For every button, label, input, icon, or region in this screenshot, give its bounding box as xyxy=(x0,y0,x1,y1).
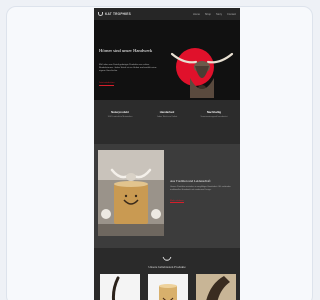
features-section: Naturprodukt 100% natürliche Materialien… xyxy=(94,100,240,144)
brand-name: KAT TROPHIES xyxy=(105,12,131,16)
product-card[interactable] xyxy=(100,274,140,300)
feature-title: Handarbeit xyxy=(159,110,175,114)
feature-title: Nachhaltig xyxy=(206,110,222,114)
nav-link-shop[interactable]: Shop xyxy=(205,13,211,16)
feature-text: Jedes Stück ein Unikat xyxy=(156,116,178,118)
site-nav: KAT TROPHIES Home Shop Story Contact xyxy=(94,8,240,20)
feature-title: Naturprodukt xyxy=(111,110,129,114)
product-list xyxy=(100,274,236,300)
nav-link-story[interactable]: Story xyxy=(216,13,222,16)
horns-icon xyxy=(98,12,103,16)
bull-image xyxy=(170,52,234,98)
feature-text: Verantwortungsvoll verarbeitet xyxy=(200,116,228,118)
feature-item: Handarbeit Jedes Stück ein Unikat xyxy=(147,110,187,144)
hero-title: Hörner sind unser Handwerk xyxy=(99,48,153,53)
story-text: Unsere Produkte entstehen in sorgfältige… xyxy=(170,186,231,191)
horn-candle-photo xyxy=(98,150,164,236)
hero-subtitle: Mit Liebe zum Detail gefertigte Produkte… xyxy=(99,64,157,72)
nav-link-home[interactable]: Home xyxy=(193,13,200,16)
feature-text: 100% natürliche Materialien xyxy=(107,116,133,118)
feature-item: Naturprodukt 100% natürliche Materialien xyxy=(100,110,140,144)
story-section: Aus Tradition und Leidenschaft Unsere Pr… xyxy=(94,144,240,248)
product-card[interactable] xyxy=(148,274,188,300)
hero-cta-link[interactable]: Jetzt entdecken xyxy=(99,82,115,86)
nav-links: Home Shop Story Contact xyxy=(193,13,236,16)
feature-item: Nachhaltig Verantwortungsvoll verarbeite… xyxy=(194,110,234,144)
story-title: Aus Tradition und Leidenschaft xyxy=(170,179,211,183)
story-cta-link[interactable]: Mehr erfahren xyxy=(170,200,184,203)
products-title: Unsere beliebtesten Produkte xyxy=(148,265,186,269)
products-section: Unsere beliebtesten Produkte xyxy=(94,248,240,300)
website-preview: KAT TROPHIES Home Shop Story Contact Hör… xyxy=(94,8,240,300)
horns-icon xyxy=(162,256,172,261)
product-card[interactable] xyxy=(196,274,236,300)
hero-section: Hörner sind unser Handwerk Mit Liebe zum… xyxy=(94,20,240,100)
brand-logo[interactable]: KAT TROPHIES xyxy=(98,12,131,16)
nav-link-contact[interactable]: Contact xyxy=(227,13,236,16)
